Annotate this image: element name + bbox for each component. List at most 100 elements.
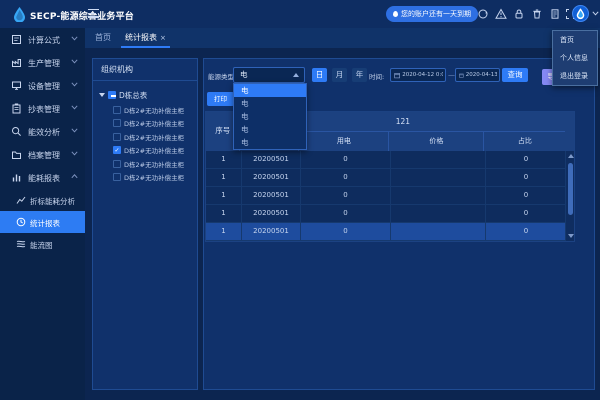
table-row[interactable]: 12020050100 xyxy=(206,187,574,205)
table-cell: 1 xyxy=(206,151,242,168)
dropdown-option[interactable]: 电 xyxy=(234,110,306,123)
tab-statistics-report[interactable]: 统计报表× xyxy=(121,28,170,48)
sidebar-subitem-statistics-report[interactable]: 统计报表 xyxy=(0,211,85,233)
table-cell: 20200501 xyxy=(242,169,301,186)
report-panel: 能源类型 电 电电电电电 打印 日 月 年 时间: 2020-04-12 0:0… xyxy=(203,58,595,390)
date-to-input[interactable]: 2020-04-13 0:00 xyxy=(455,68,500,82)
sidebar-item-meter-reading[interactable]: 抄表管理 xyxy=(0,97,85,120)
table-cell: 1 xyxy=(206,223,242,240)
table-row[interactable]: 12020050100 xyxy=(206,223,574,241)
root-checkbox[interactable] xyxy=(108,91,116,99)
query-button[interactable]: 查询 xyxy=(502,68,528,82)
table-row[interactable]: 12020050100 xyxy=(206,169,574,187)
print-button[interactable]: 打印 xyxy=(207,92,234,106)
sidebar-item-label: 计算公式 xyxy=(28,35,60,46)
refresh-icon[interactable] xyxy=(477,8,489,20)
account-expiry-notice[interactable]: 您的账户还有一天到期 xyxy=(386,6,478,22)
tree-node[interactable]: D栋2#无功补偿主柜 xyxy=(93,103,197,117)
dropdown-option[interactable]: 电 xyxy=(234,84,306,97)
avatar-droplet-icon xyxy=(573,6,588,21)
user-chevron-down-icon[interactable] xyxy=(592,11,599,16)
sidebar-item-formula[interactable]: 计算公式 xyxy=(0,28,85,51)
chevron-down-icon xyxy=(71,151,78,156)
user-menu-logout[interactable]: 退出登录 xyxy=(553,67,597,85)
checkbox[interactable] xyxy=(113,133,121,141)
sidebar-subitem-label: 折标能耗分析 xyxy=(30,196,75,207)
table-cell: 20200501 xyxy=(242,223,301,240)
organization-panel: 组织机构 D栋总表 D栋2#无功补偿主柜D栋2#无功补偿主柜D栋2#无功补偿主柜… xyxy=(92,58,198,390)
calendar-icon xyxy=(459,72,464,79)
user-menu-profile[interactable]: 个人信息 xyxy=(553,49,597,67)
sidebar-item-energy-analysis[interactable]: 能效分析 xyxy=(0,120,85,143)
chevron-down-icon xyxy=(71,82,78,87)
tree-root-node[interactable]: D栋总表 xyxy=(93,87,197,103)
tree-node[interactable]: D栋2#无功补偿主柜 xyxy=(93,144,197,158)
scrollbar-header-spacer xyxy=(565,112,574,151)
analysis-icon xyxy=(11,126,22,137)
tree-node[interactable]: D栋2#无功补偿主柜 xyxy=(93,171,197,185)
tree-node[interactable]: D栋2#无功补偿主柜 xyxy=(93,157,197,171)
tree-node[interactable]: D栋2#无功补偿主柜 xyxy=(93,130,197,144)
dropdown-option[interactable]: 电 xyxy=(234,136,306,149)
sidebar: 计算公式 生产管理 设备管理 抄表管理 能效分析 档案管理 能耗报表 折标能耗分… xyxy=(0,28,85,400)
clock-icon xyxy=(16,217,26,227)
table-cell: 0 xyxy=(301,169,391,186)
user-dropdown-menu: 首页 个人信息 退出登录 xyxy=(552,30,598,86)
date-from-input[interactable]: 2020-04-12 0:00 xyxy=(390,68,446,82)
checkbox[interactable] xyxy=(113,173,121,181)
table-cell: 1 xyxy=(206,169,242,186)
tab-close-icon[interactable]: × xyxy=(160,34,166,42)
tab-home[interactable]: 首页 xyxy=(95,28,111,48)
table-row[interactable]: 12020050100 xyxy=(206,151,574,169)
chevron-down-icon xyxy=(71,59,78,64)
tree-expand-caret-icon[interactable] xyxy=(99,93,105,97)
table-row[interactable]: 12020050100 xyxy=(206,205,574,223)
app-title: SECP-能源综合业务平台 xyxy=(30,9,134,22)
user-avatar[interactable] xyxy=(572,5,589,22)
document-icon[interactable] xyxy=(549,8,561,20)
table-cell: 0 xyxy=(486,169,567,186)
lock-icon[interactable] xyxy=(513,8,525,20)
tab-label: 统计报表 xyxy=(125,33,157,42)
scroll-down-icon[interactable] xyxy=(568,234,574,238)
checkbox[interactable] xyxy=(113,146,121,154)
select-caret-up-icon xyxy=(293,73,299,77)
period-year-button[interactable]: 年 xyxy=(352,68,367,82)
checkbox[interactable] xyxy=(113,106,121,114)
scroll-up-icon[interactable] xyxy=(568,154,574,158)
app-logo-droplet-icon xyxy=(13,6,26,22)
sidebar-item-archive[interactable]: 档案管理 xyxy=(0,143,85,166)
sidebar-item-energy-report[interactable]: 能耗报表 xyxy=(0,166,85,189)
archive-folder-icon xyxy=(11,149,22,160)
chevron-down-icon xyxy=(71,105,78,110)
trash-icon[interactable] xyxy=(531,8,543,20)
energy-type-label: 能源类型 xyxy=(208,71,234,81)
table-cell: 0 xyxy=(486,151,567,168)
checkbox[interactable] xyxy=(113,119,121,127)
table-cell: 0 xyxy=(301,223,391,240)
period-month-button[interactable]: 月 xyxy=(332,68,347,82)
sidebar-item-device[interactable]: 设备管理 xyxy=(0,74,85,97)
table-cell: 20200501 xyxy=(242,187,301,204)
sidebar-subitem-standard-coal-analysis[interactable]: 折标能耗分析 xyxy=(0,189,85,211)
tree-node[interactable]: D栋2#无功补偿主柜 xyxy=(93,117,197,131)
dropdown-option[interactable]: 电 xyxy=(234,123,306,136)
report-bars-icon xyxy=(11,172,22,183)
alert-icon[interactable] xyxy=(495,8,507,20)
sidebar-item-production[interactable]: 生产管理 xyxy=(0,51,85,74)
scrollbar-thumb[interactable] xyxy=(568,163,573,215)
tree-root-label: D栋总表 xyxy=(119,90,147,101)
checkbox[interactable] xyxy=(113,160,121,168)
table-cell xyxy=(391,205,486,222)
sidebar-subitem-energy-flow[interactable]: 能流图 xyxy=(0,233,85,255)
energy-flow-icon xyxy=(16,239,26,249)
table-cell: 1 xyxy=(206,187,242,204)
dropdown-option[interactable]: 电 xyxy=(234,97,306,110)
sidebar-collapse-icon[interactable] xyxy=(88,9,99,19)
energy-type-select[interactable]: 电 xyxy=(233,67,305,83)
user-menu-home[interactable]: 首页 xyxy=(553,31,597,49)
tree-node-label: D栋2#无功补偿主柜 xyxy=(124,159,184,169)
period-day-button[interactable]: 日 xyxy=(312,68,327,82)
table-scrollbar[interactable] xyxy=(565,151,574,241)
column-header-price: 价格 xyxy=(389,132,484,151)
